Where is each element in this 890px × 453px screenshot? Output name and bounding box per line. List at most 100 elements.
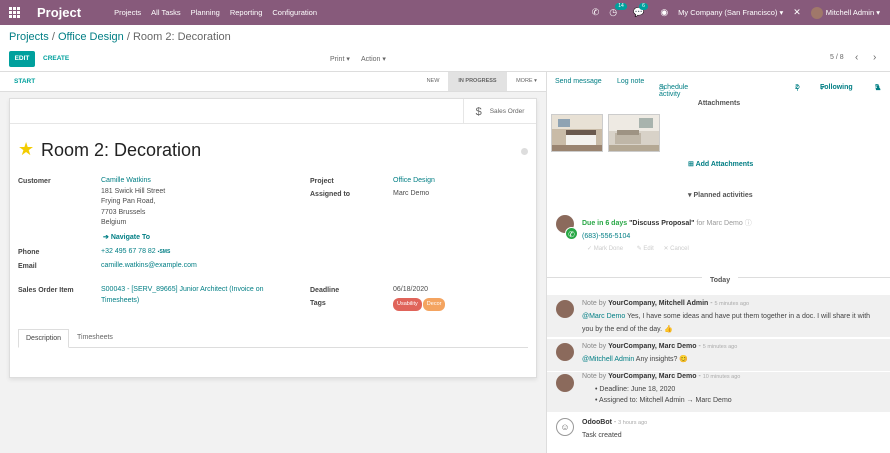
- debug-icon[interactable]: ✕: [793, 7, 801, 18]
- odoobot-avatar: ☺: [556, 418, 574, 436]
- mention-link[interactable]: @Marc Demo: [582, 313, 625, 320]
- deadline-value[interactable]: 06/18/2020: [393, 285, 428, 296]
- email-field: camille.watkins@example.com: [101, 261, 197, 272]
- address-line: Frying Pan Road,: [101, 198, 156, 205]
- avatar: [810, 6, 823, 19]
- customer-field: Camille Watkins 181 Swick Hill Street Fr…: [101, 176, 165, 229]
- message-text: Any insights?: [635, 356, 678, 363]
- project-link[interactable]: Office Design: [393, 177, 435, 184]
- message-prefix: Note by: [582, 343, 607, 350]
- tag-decor[interactable]: Decor: [422, 298, 446, 311]
- schedule-activity-label: Schedule activity: [659, 84, 689, 98]
- navigate-to-link[interactable]: ➔ Navigate To: [103, 233, 150, 244]
- caret-down-icon: ▾: [688, 192, 692, 199]
- kanban-state-icon[interactable]: [521, 148, 528, 155]
- breadcrumb: Projects / Office Design / Room 2: Decor…: [9, 31, 231, 43]
- mark-done-button[interactable]: ✓ Mark Done: [587, 246, 623, 252]
- log-note-button[interactable]: Log note: [617, 78, 644, 85]
- arrow-right-icon: ➔: [103, 234, 109, 241]
- menu-configuration[interactable]: Configuration: [272, 8, 317, 17]
- app-name[interactable]: Project: [37, 5, 81, 20]
- email-link[interactable]: camille.watkins@example.com: [101, 262, 197, 269]
- stage-in-progress[interactable]: IN PROGRESS: [448, 72, 507, 91]
- camera-icon[interactable]: ◉: [660, 7, 668, 18]
- project-label: Project: [310, 178, 334, 185]
- message-item: Note by YourCompany, Mitchell Admin - 5 …: [547, 295, 890, 337]
- author-name[interactable]: OdooBot: [582, 419, 612, 426]
- print-label: Print: [330, 56, 345, 63]
- pager-previous-icon[interactable]: ‹: [855, 52, 858, 63]
- company-name: My Company (San Francisco): [678, 8, 778, 17]
- activity-info-icon[interactable]: ⓘ: [745, 220, 752, 227]
- message-item: Note by YourCompany, Marc Demo - 5 minut…: [547, 339, 890, 371]
- menu-all-tasks[interactable]: All Tasks: [151, 8, 180, 17]
- breadcrumb-projects[interactable]: Projects: [9, 31, 49, 43]
- assigned-to-value[interactable]: Marc Demo: [393, 189, 429, 200]
- edit-button[interactable]: EDIT: [9, 51, 35, 67]
- project-field: Office Design: [393, 176, 435, 187]
- sales-order-button[interactable]: $ Sales Order: [463, 99, 536, 124]
- tracking-values: • Deadline: June 18, 2020 • Assigned to: …: [595, 386, 732, 404]
- menu-projects[interactable]: Projects: [114, 8, 141, 17]
- tab-timesheets[interactable]: Timesheets: [70, 329, 120, 348]
- activity-cancel-button[interactable]: ✕ Cancel: [663, 246, 688, 252]
- breadcrumb-project[interactable]: Office Design: [58, 31, 124, 43]
- create-button[interactable]: CREATE: [43, 55, 69, 62]
- stage-more-label: MORE: [516, 78, 533, 84]
- message-text: Yes, I have some ideas and have put them…: [627, 313, 871, 320]
- star-icon[interactable]: ★: [18, 139, 34, 160]
- stage-more[interactable]: MORE ▾: [507, 72, 546, 91]
- company-switcher[interactable]: My Company (San Francisco) ▾: [678, 8, 783, 17]
- action-dropdown[interactable]: Action ▾: [361, 55, 386, 63]
- mention-link[interactable]: @Mitchell Admin: [582, 356, 634, 363]
- email-label: Email: [18, 263, 37, 270]
- message-item: ☺ OdooBot - 3 hours ago Task created: [547, 414, 890, 453]
- activity-edit-button[interactable]: ✎ Edit: [637, 246, 654, 252]
- phone-activity-icon: ✆: [565, 227, 578, 240]
- activity-badge: 14: [615, 3, 627, 10]
- sales-order-item-link[interactable]: S00043 - [SERV_89665] Junior Architect (…: [101, 286, 264, 304]
- chatter: Send message Log note ◷ Schedule activit…: [546, 72, 890, 453]
- planned-activities-title: Planned activities: [693, 192, 753, 199]
- tag-usability[interactable]: Usability: [393, 298, 422, 311]
- sms-button[interactable]: ▪SMS: [158, 249, 171, 255]
- message-author: Note by YourCompany, Marc Demo - 5 minut…: [582, 343, 738, 350]
- attachment-thumbnail[interactable]: [608, 114, 660, 152]
- menu-planning[interactable]: Planning: [191, 8, 220, 17]
- task-title[interactable]: Room 2: Decoration: [41, 140, 201, 161]
- add-attachments-button[interactable]: ⊞ Add Attachments: [688, 160, 753, 168]
- activity-actions: ✓ Mark Done ✎ Edit ✕ Cancel: [587, 245, 689, 252]
- following-label: Following: [820, 84, 853, 91]
- menu-reporting[interactable]: Reporting: [230, 8, 263, 17]
- customer-link[interactable]: Camille Watkins: [101, 177, 151, 184]
- smile-icon: 😊: [679, 356, 689, 363]
- tab-description[interactable]: Description: [18, 329, 70, 348]
- address-line: 181 Swick Hill Street: [101, 187, 166, 195]
- author-name[interactable]: YourCompany, Mitchell Admin: [608, 300, 708, 307]
- pager-value[interactable]: 5 / 8: [830, 54, 844, 61]
- author-name[interactable]: YourCompany, Marc Demo: [608, 373, 696, 380]
- activity-phone[interactable]: (683)-556-5104: [582, 233, 630, 240]
- author-name[interactable]: YourCompany, Marc Demo: [608, 343, 696, 350]
- message-prefix: Note by: [582, 373, 607, 380]
- activity-cancel-label: Cancel: [670, 246, 689, 252]
- start-button[interactable]: START: [14, 78, 35, 85]
- messages-icon[interactable]: 💬 6: [633, 3, 648, 18]
- button-box: $ Sales Order: [10, 99, 536, 124]
- attachment-thumbnail[interactable]: [551, 114, 603, 152]
- send-message-button[interactable]: Send message: [555, 78, 602, 85]
- systray: ✆ ◷ 14 💬 6 ◉ My Company (San Francisco) ▾ …: [592, 0, 890, 25]
- planned-activities-toggle[interactable]: ▾ Planned activities: [688, 191, 753, 199]
- activity-icon[interactable]: ◷ 14: [609, 3, 627, 18]
- user-name: Mitchell Admin: [825, 7, 875, 17]
- stage-new[interactable]: NEW: [418, 72, 448, 91]
- user-menu[interactable]: Mitchell Admin ▾: [810, 6, 880, 19]
- message-body: @Mitchell Admin Any insights? 😊: [582, 354, 688, 367]
- app-switcher-icon[interactable]: [9, 7, 20, 18]
- attachments-count: 2: [795, 84, 799, 91]
- print-dropdown[interactable]: Print ▾: [330, 55, 350, 63]
- pager-next-icon[interactable]: ›: [873, 52, 876, 63]
- followers-count: 5: [875, 84, 879, 91]
- phone-link[interactable]: +32 495 67 78 82: [101, 248, 156, 255]
- phone-icon[interactable]: ✆: [592, 7, 600, 18]
